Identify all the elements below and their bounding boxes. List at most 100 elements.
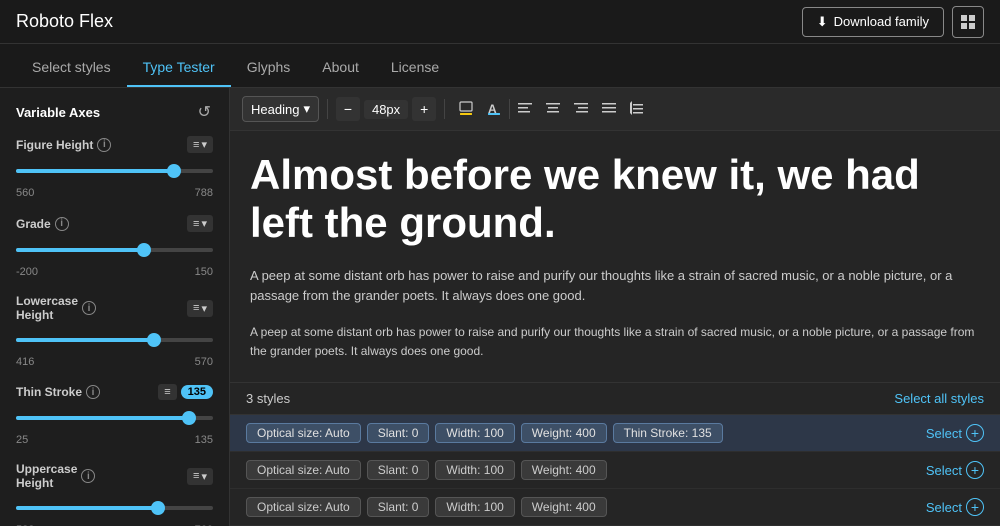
align-center-button[interactable] [540,97,566,122]
figure-height-min: 560 [16,187,34,199]
toolbar-divider-2 [444,99,445,119]
axis-thin-stroke-label: Thin Stroke i [16,385,100,399]
line-spacing-button[interactable] [624,97,650,122]
uppercase-height-thumb[interactable] [151,501,165,515]
axis-uppercase-height: UppercaseHeight i ≡ ▾ 528 760 [16,462,213,526]
thin-stroke-track [16,416,213,420]
figure-height-track [16,169,213,173]
thin-stroke-fill [16,416,189,420]
align-left-button[interactable] [512,97,538,122]
axis-lowercase-height-header: LowercaseHeight i ≡ ▾ [16,294,213,322]
lowercase-height-list-button[interactable]: ≡ ▾ [187,300,213,317]
figure-height-thumb[interactable] [167,164,181,178]
style-tag: Slant: 0 [367,497,430,517]
font-color-icon: A [486,100,502,116]
lowercase-height-max: 570 [195,356,213,368]
axis-thin-stroke-header: Thin Stroke i ≡ 135 [16,384,213,400]
thin-stroke-list-button[interactable]: ≡ [158,384,176,400]
uppercase-height-info-icon[interactable]: i [81,469,95,483]
figure-height-list-button[interactable]: ≡ ▾ [187,136,213,153]
justify-icon [601,100,617,116]
axis-grade: Grade i ≡ ▾ -200 150 [16,215,213,278]
figure-height-fill [16,169,174,173]
style-row: Optical size: Auto Slant: 0 Width: 100 W… [230,415,1000,452]
grade-max: 150 [195,266,213,278]
style-tags-3: Optical size: Auto Slant: 0 Width: 100 W… [246,497,918,517]
size-control: − 48px + [336,97,436,121]
grade-min: -200 [16,266,38,278]
grade-values: -200 150 [16,266,213,278]
size-increase-button[interactable]: + [412,97,436,121]
download-label: Download family [834,14,929,29]
style-dropdown-label: Heading [251,102,299,117]
justify-button[interactable] [596,97,622,122]
toolbar-divider-1 [327,99,328,119]
download-button[interactable]: ⬇ Download family [802,7,944,37]
figure-height-values: 560 788 [16,187,213,199]
style-dropdown[interactable]: Heading ▾ [242,96,319,122]
style-select-button[interactable]: Select + [926,498,984,516]
tab-type-tester[interactable]: Type Tester [127,49,231,87]
style-select-button[interactable]: Select + [926,424,984,442]
thin-stroke-thumb[interactable] [182,411,196,425]
tab-glyphs[interactable]: Glyphs [231,49,307,87]
font-color-button[interactable]: A [481,97,507,122]
chevron-down-icon: ▾ [303,101,310,117]
axis-uppercase-height-controls: ≡ ▾ [187,468,213,485]
style-tags-2: Optical size: Auto Slant: 0 Width: 100 W… [246,460,918,480]
thin-stroke-slider[interactable] [16,406,213,430]
grade-slider[interactable] [16,238,213,262]
uppercase-height-fill [16,506,158,510]
style-tag: Slant: 0 [367,460,430,480]
size-decrease-button[interactable]: − [336,97,360,121]
align-center-icon [545,100,561,116]
text-preview[interactable]: Almost before we knew it, we had left th… [230,131,1000,382]
style-tag: Weight: 400 [521,460,607,480]
style-select-button[interactable]: Select + [926,461,984,479]
tab-about[interactable]: About [306,49,375,87]
preview-body-2: A peep at some distant orb has power to … [250,323,980,361]
lowercase-height-values: 416 570 [16,356,213,368]
style-tag: Width: 100 [435,460,514,480]
lowercase-height-info-icon[interactable]: i [82,301,96,315]
highlight-color-button[interactable] [453,97,479,122]
uppercase-height-slider[interactable] [16,496,213,520]
tab-select-styles[interactable]: Select styles [16,49,127,87]
preview-heading: Almost before we knew it, we had left th… [250,151,980,248]
align-right-button[interactable] [568,97,594,122]
grid-view-button[interactable] [952,6,984,38]
figure-height-slider[interactable] [16,159,213,183]
toolbar-divider-3 [509,99,510,119]
thin-stroke-info-icon[interactable]: i [86,385,100,399]
thin-stroke-value-badge: 135 [181,385,213,399]
thin-stroke-values: 25 135 [16,434,213,446]
header: Roboto Flex ⬇ Download family [0,0,1000,44]
lowercase-height-slider[interactable] [16,328,213,352]
chevron-down-icon: ▾ [201,217,207,230]
variable-axes-title: Variable Axes [16,105,100,120]
uppercase-height-list-button[interactable]: ≡ ▾ [187,468,213,485]
grade-fill [16,248,144,252]
format-group: A [453,97,650,122]
axis-figure-height-label: Figure Height i [16,138,111,152]
style-tag: Slant: 0 [367,423,430,443]
axis-uppercase-height-header: UppercaseHeight i ≡ ▾ [16,462,213,490]
style-tag: Optical size: Auto [246,460,361,480]
grid-icon [960,14,976,30]
size-value: 48px [364,100,408,119]
type-toolbar: Heading ▾ − 48px + [230,88,1000,131]
align-right-icon [573,100,589,116]
select-label: Select [926,500,962,515]
refresh-axes-button[interactable]: ↺ [196,100,213,124]
style-tags-1: Optical size: Auto Slant: 0 Width: 100 W… [246,423,918,443]
preview-body-1: A peep at some distant orb has power to … [250,266,980,308]
chevron-down-icon: ▾ [201,302,207,315]
grade-info-icon[interactable]: i [55,217,69,231]
lowercase-height-thumb[interactable] [147,333,161,347]
grade-thumb[interactable] [137,243,151,257]
grade-list-button[interactable]: ≡ ▾ [187,215,213,232]
figure-height-info-icon[interactable]: i [97,138,111,152]
select-all-styles-link[interactable]: Select all styles [894,391,984,406]
style-tag: Width: 100 [435,497,514,517]
tab-license[interactable]: License [375,49,455,87]
